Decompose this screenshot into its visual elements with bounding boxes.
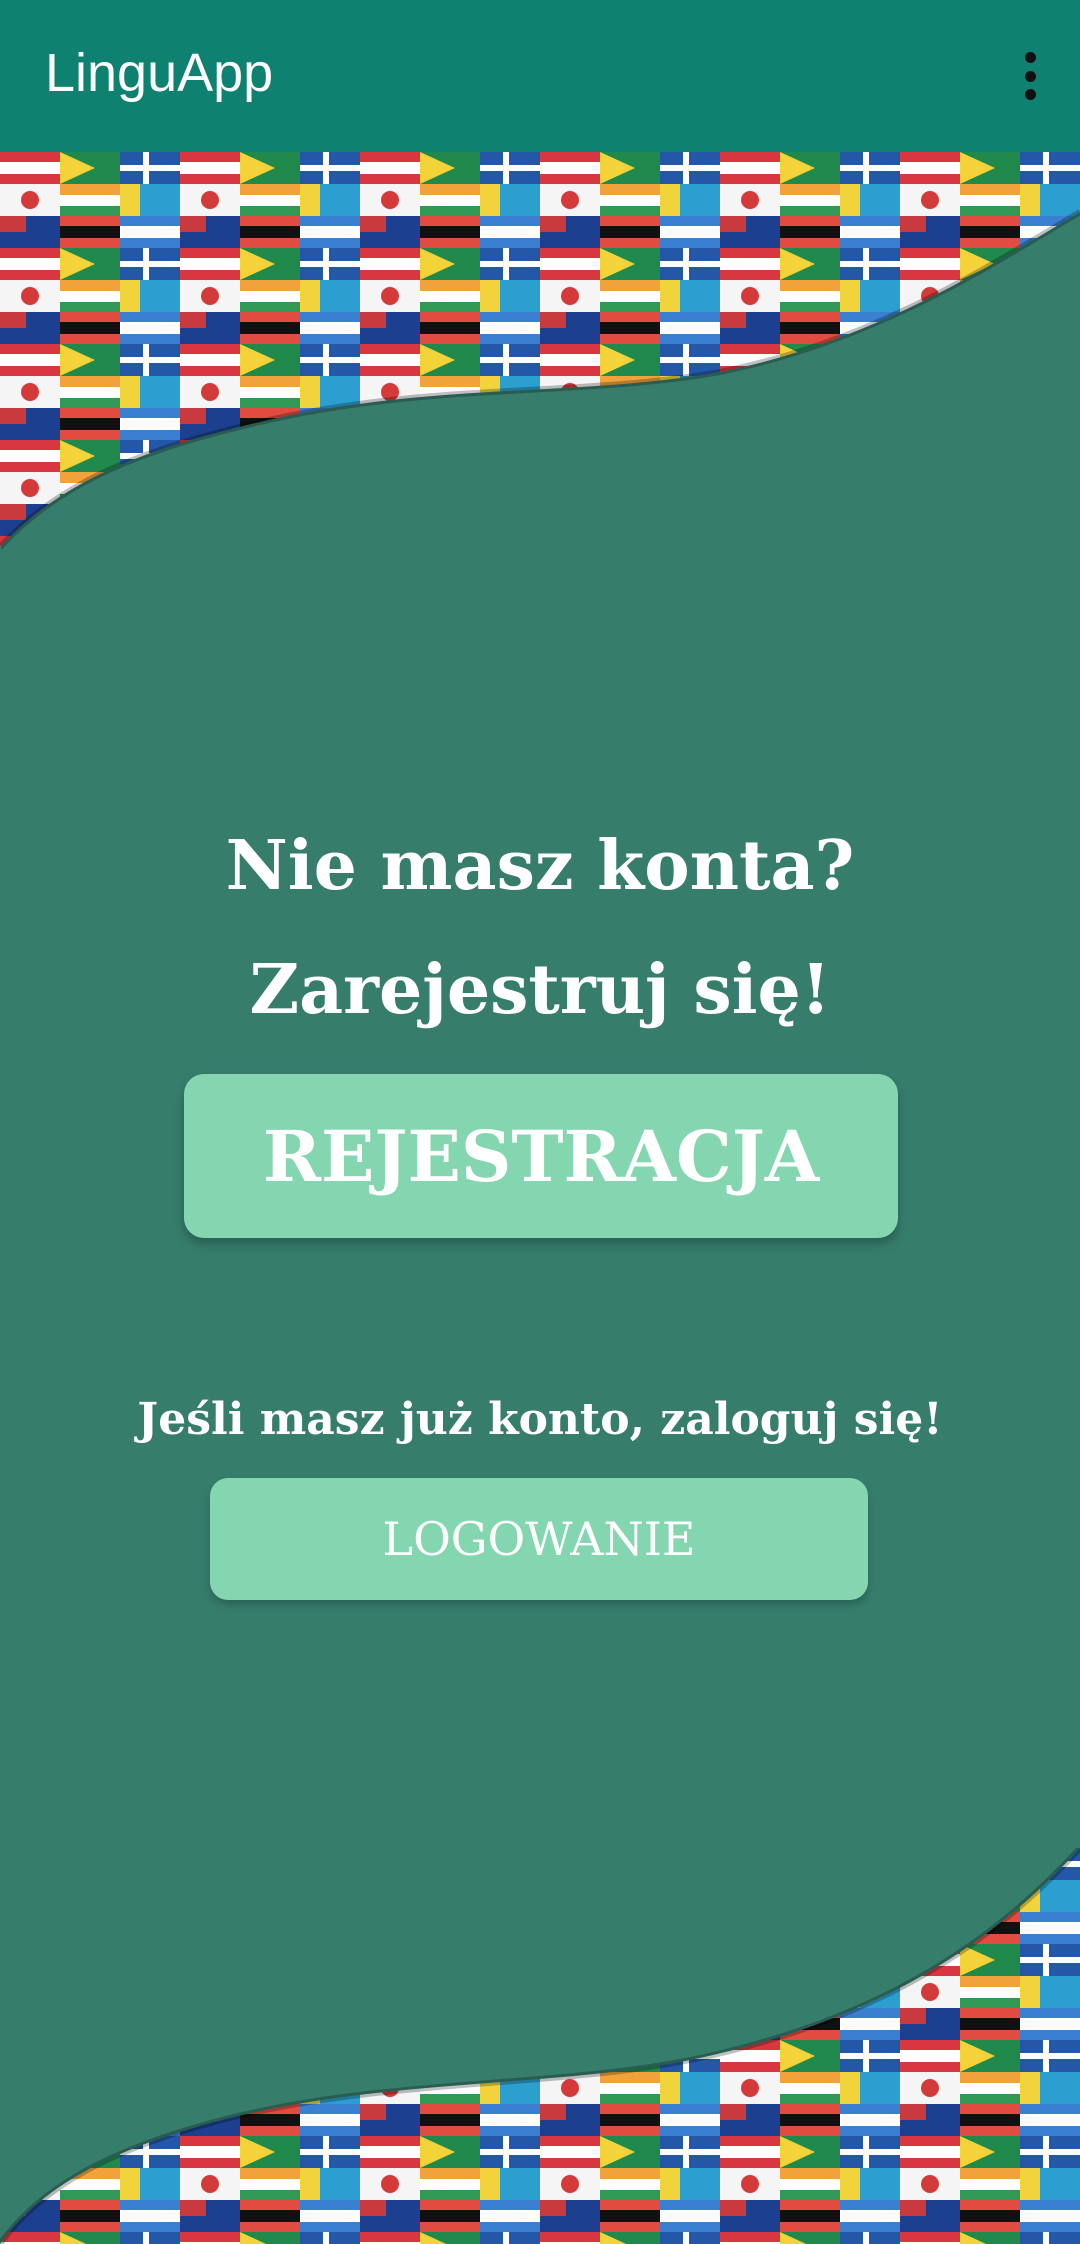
- login-button[interactable]: LOGOWANIE: [210, 1478, 868, 1600]
- register-button[interactable]: REJESTRACJA: [184, 1074, 898, 1238]
- more-vert-icon[interactable]: [1002, 48, 1058, 104]
- login-hint: Jeśli masz już konto, zaloguj się!: [137, 1394, 943, 1445]
- flags-banner-bottom: [0, 1848, 1080, 2244]
- flags-banner-top: [0, 152, 1080, 550]
- heading-no-account: Nie masz konta?: [225, 826, 855, 906]
- heading-register-prompt: Zarejestruj się!: [249, 950, 831, 1030]
- app-bar: LinguApp: [0, 0, 1080, 152]
- app-title: LinguApp: [45, 43, 274, 103]
